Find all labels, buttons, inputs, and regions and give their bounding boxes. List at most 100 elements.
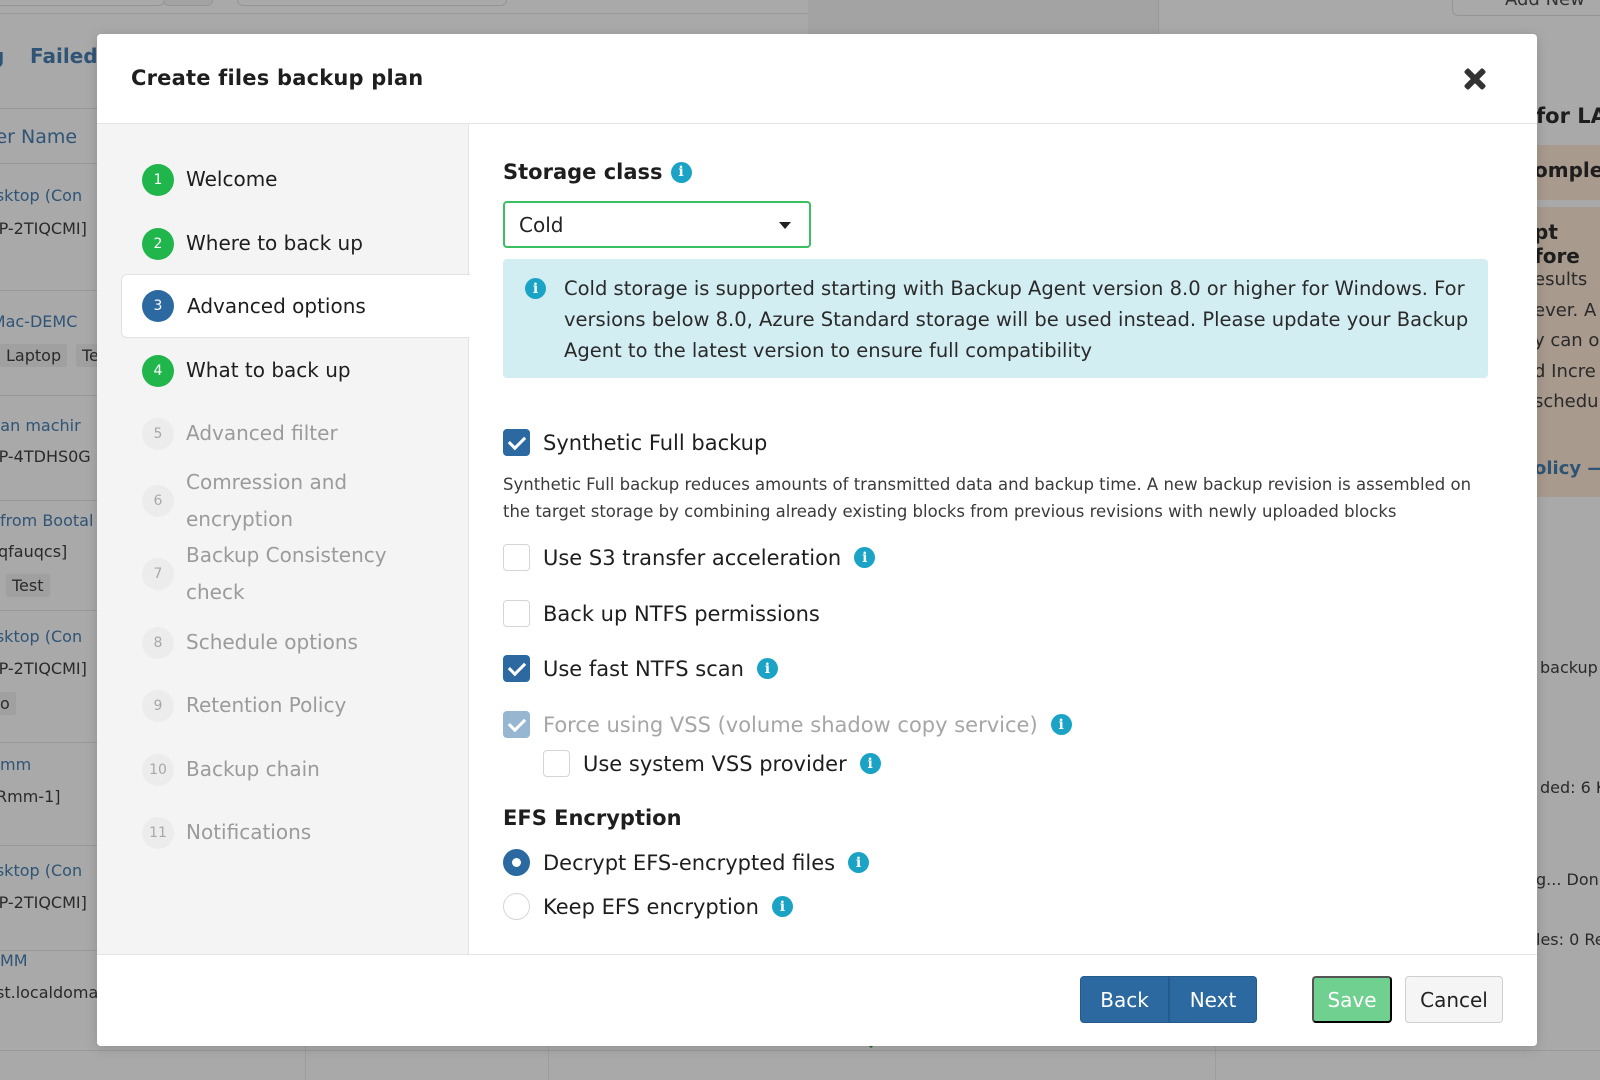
step-label: Backup chain: [186, 757, 320, 781]
synthetic-full-backup-checkbox[interactable]: [503, 429, 530, 456]
step-number-badge: 6: [142, 485, 174, 517]
step-backup-chain[interactable]: 10 Backup chain: [97, 751, 469, 788]
ntfs-permissions-checkbox[interactable]: [503, 600, 530, 627]
storage-class-select[interactable]: Cold: [503, 201, 811, 248]
save-button[interactable]: Save: [1312, 976, 1392, 1023]
bg-computer-name: esktop (Con: [0, 627, 83, 646]
bg-right-line: backup: [1540, 658, 1598, 677]
info-icon[interactable]: i: [670, 161, 692, 183]
decrypt-efs-option: Decrypt EFS-encrypted files i: [503, 849, 870, 876]
bg-alert-line: d Incre: [1534, 360, 1596, 382]
bg-tag: o: [0, 692, 16, 715]
step-label: Retention Policy: [186, 693, 347, 717]
fast-ntfs-scan-checkbox[interactable]: [503, 655, 530, 682]
system-vss-provider-checkbox[interactable]: [543, 750, 570, 777]
step-advanced-options[interactable]: 3 Advanced options: [121, 274, 470, 338]
cancel-button[interactable]: Cancel: [1405, 976, 1503, 1023]
alert-text: Cold storage is supported starting with …: [564, 277, 1469, 362]
option-label[interactable]: Keep EFS encryption: [543, 895, 759, 919]
bg-column-header: ter Name: [0, 126, 78, 148]
dialog-body: 1 Welcome 2 Where to back up 3 Advanced …: [97, 124, 1537, 954]
step-label: Advanced filter: [186, 421, 338, 445]
bg-row-divider: [0, 108, 100, 109]
option-label[interactable]: Back up NTFS permissions: [543, 602, 820, 626]
bg-tab-running: g: [0, 44, 4, 68]
keep-efs-radio[interactable]: [503, 893, 530, 920]
option-label[interactable]: Use fast NTFS scan: [543, 657, 744, 681]
step-backup-consistency-check[interactable]: 7 Backup Consistency check: [97, 537, 469, 611]
step-schedule-options[interactable]: 8 Schedule options: [97, 624, 469, 661]
info-icon[interactable]: i: [859, 753, 881, 774]
option-label[interactable]: Decrypt EFS-encrypted files: [543, 851, 835, 875]
bg-search-input: [237, 0, 507, 6]
bg-table-row: lean machir OP-4TDHS0G: [0, 395, 100, 466]
bg-alert-line: ever. A: [1534, 299, 1597, 321]
step-notifications[interactable]: 11 Notifications: [97, 814, 469, 851]
step-number-badge: 8: [142, 626, 174, 659]
storage-class-label-text: Storage class: [503, 160, 663, 184]
info-icon[interactable]: i: [771, 896, 793, 917]
fast-ntfs-scan-option: Use fast NTFS scan i: [503, 655, 778, 682]
step-label: Backup Consistency check: [186, 543, 387, 604]
step-label: Comression and encryption: [186, 470, 348, 531]
bg-computer-id: OP-2TIQCMI]: [0, 659, 87, 678]
step-label: Notifications: [186, 820, 312, 844]
bg-computer-name: esktop (Con: [0, 861, 83, 880]
close-icon[interactable]: [1457, 62, 1493, 98]
info-icon[interactable]: i: [756, 658, 778, 679]
bg-tag: Test: [6, 574, 50, 597]
step-advanced-filter[interactable]: 5 Advanced filter: [97, 415, 469, 452]
next-button[interactable]: Next: [1169, 976, 1257, 1023]
step-label: Advanced options: [187, 293, 366, 318]
bg-table-row: -Mac-DEMC Laptop Te: [0, 290, 105, 367]
back-button[interactable]: Back: [1080, 976, 1169, 1023]
force-vss-checkbox[interactable]: [503, 711, 530, 738]
info-icon[interactable]: i: [854, 547, 876, 568]
info-icon[interactable]: i: [848, 852, 870, 873]
bg-alert-line: schedu: [1534, 391, 1599, 412]
bg-alert-line: esults: [1534, 269, 1588, 290]
bg-computer-id: st.localdoma: [0, 983, 99, 1002]
step-what-to-back-up[interactable]: 4 What to back up: [97, 352, 469, 389]
synthetic-full-backup-option: Synthetic Full backup: [503, 429, 767, 456]
step-compression-encryption[interactable]: 6 Comression and encryption: [97, 464, 469, 538]
step-number-badge: 7: [142, 558, 174, 590]
option-label[interactable]: Synthetic Full backup: [543, 431, 767, 455]
step-number-badge: 3: [142, 290, 174, 322]
step-where-to-back-up[interactable]: 2 Where to back up: [97, 225, 469, 262]
step-number-badge: 5: [142, 417, 174, 450]
step-retention-policy[interactable]: 9 Retention Policy: [97, 687, 469, 724]
step-welcome[interactable]: 1 Welcome: [97, 161, 469, 198]
step-number-badge: 4: [142, 354, 174, 387]
step-number-badge: 9: [142, 689, 174, 722]
dialog-header: Create files backup plan: [97, 34, 1537, 124]
bg-computer-name: from Bootal: [0, 511, 94, 530]
storage-class-label: Storage class i: [503, 160, 692, 184]
step-label: Welcome: [186, 167, 278, 191]
bg-alert-text: esults ever. A y can o d Incre schedu: [1534, 265, 1599, 418]
bg-computer-name: lean machir: [0, 416, 81, 435]
bg-filter-button: [163, 0, 213, 6]
system-vss-provider-option: Use system VSS provider i: [543, 750, 881, 777]
dialog-footer: Back Next Save Cancel: [97, 954, 1537, 1046]
force-vss-option: Force using VSS (volume shadow copy serv…: [503, 711, 1072, 738]
decrypt-efs-radio[interactable]: [503, 849, 530, 876]
bg-table-row: esktop (Con OP-2TIQCMI]: [0, 163, 100, 238]
option-label[interactable]: Use system VSS provider: [583, 752, 847, 776]
bg-filter-input: [0, 0, 165, 6]
step-number-badge: 10: [142, 753, 174, 786]
bg-computer-id: OP-2TIQCMI]: [0, 219, 87, 238]
step-number-badge: 11: [142, 816, 174, 849]
info-icon: i: [525, 278, 546, 299]
bg-right-title: for LA: [1536, 104, 1600, 128]
ntfs-permissions-option: Back up NTFS permissions: [503, 600, 820, 627]
bg-right-line: les: 0 Re: [1536, 930, 1600, 949]
bg-alert-title: pt fore: [1534, 220, 1580, 268]
bg-alert-line: y can o: [1534, 330, 1600, 351]
info-icon[interactable]: i: [1050, 714, 1072, 735]
s3-transfer-acceleration-checkbox[interactable]: [503, 544, 530, 571]
synthetic-full-backup-description: Synthetic Full backup reduces amounts of…: [503, 475, 1472, 521]
bg-policy-link: olicy —: [1534, 458, 1600, 479]
option-label[interactable]: Use S3 transfer acceleration: [543, 546, 841, 570]
advanced-options-panel: Storage class i Cold i Cold storage is s…: [470, 124, 1537, 954]
